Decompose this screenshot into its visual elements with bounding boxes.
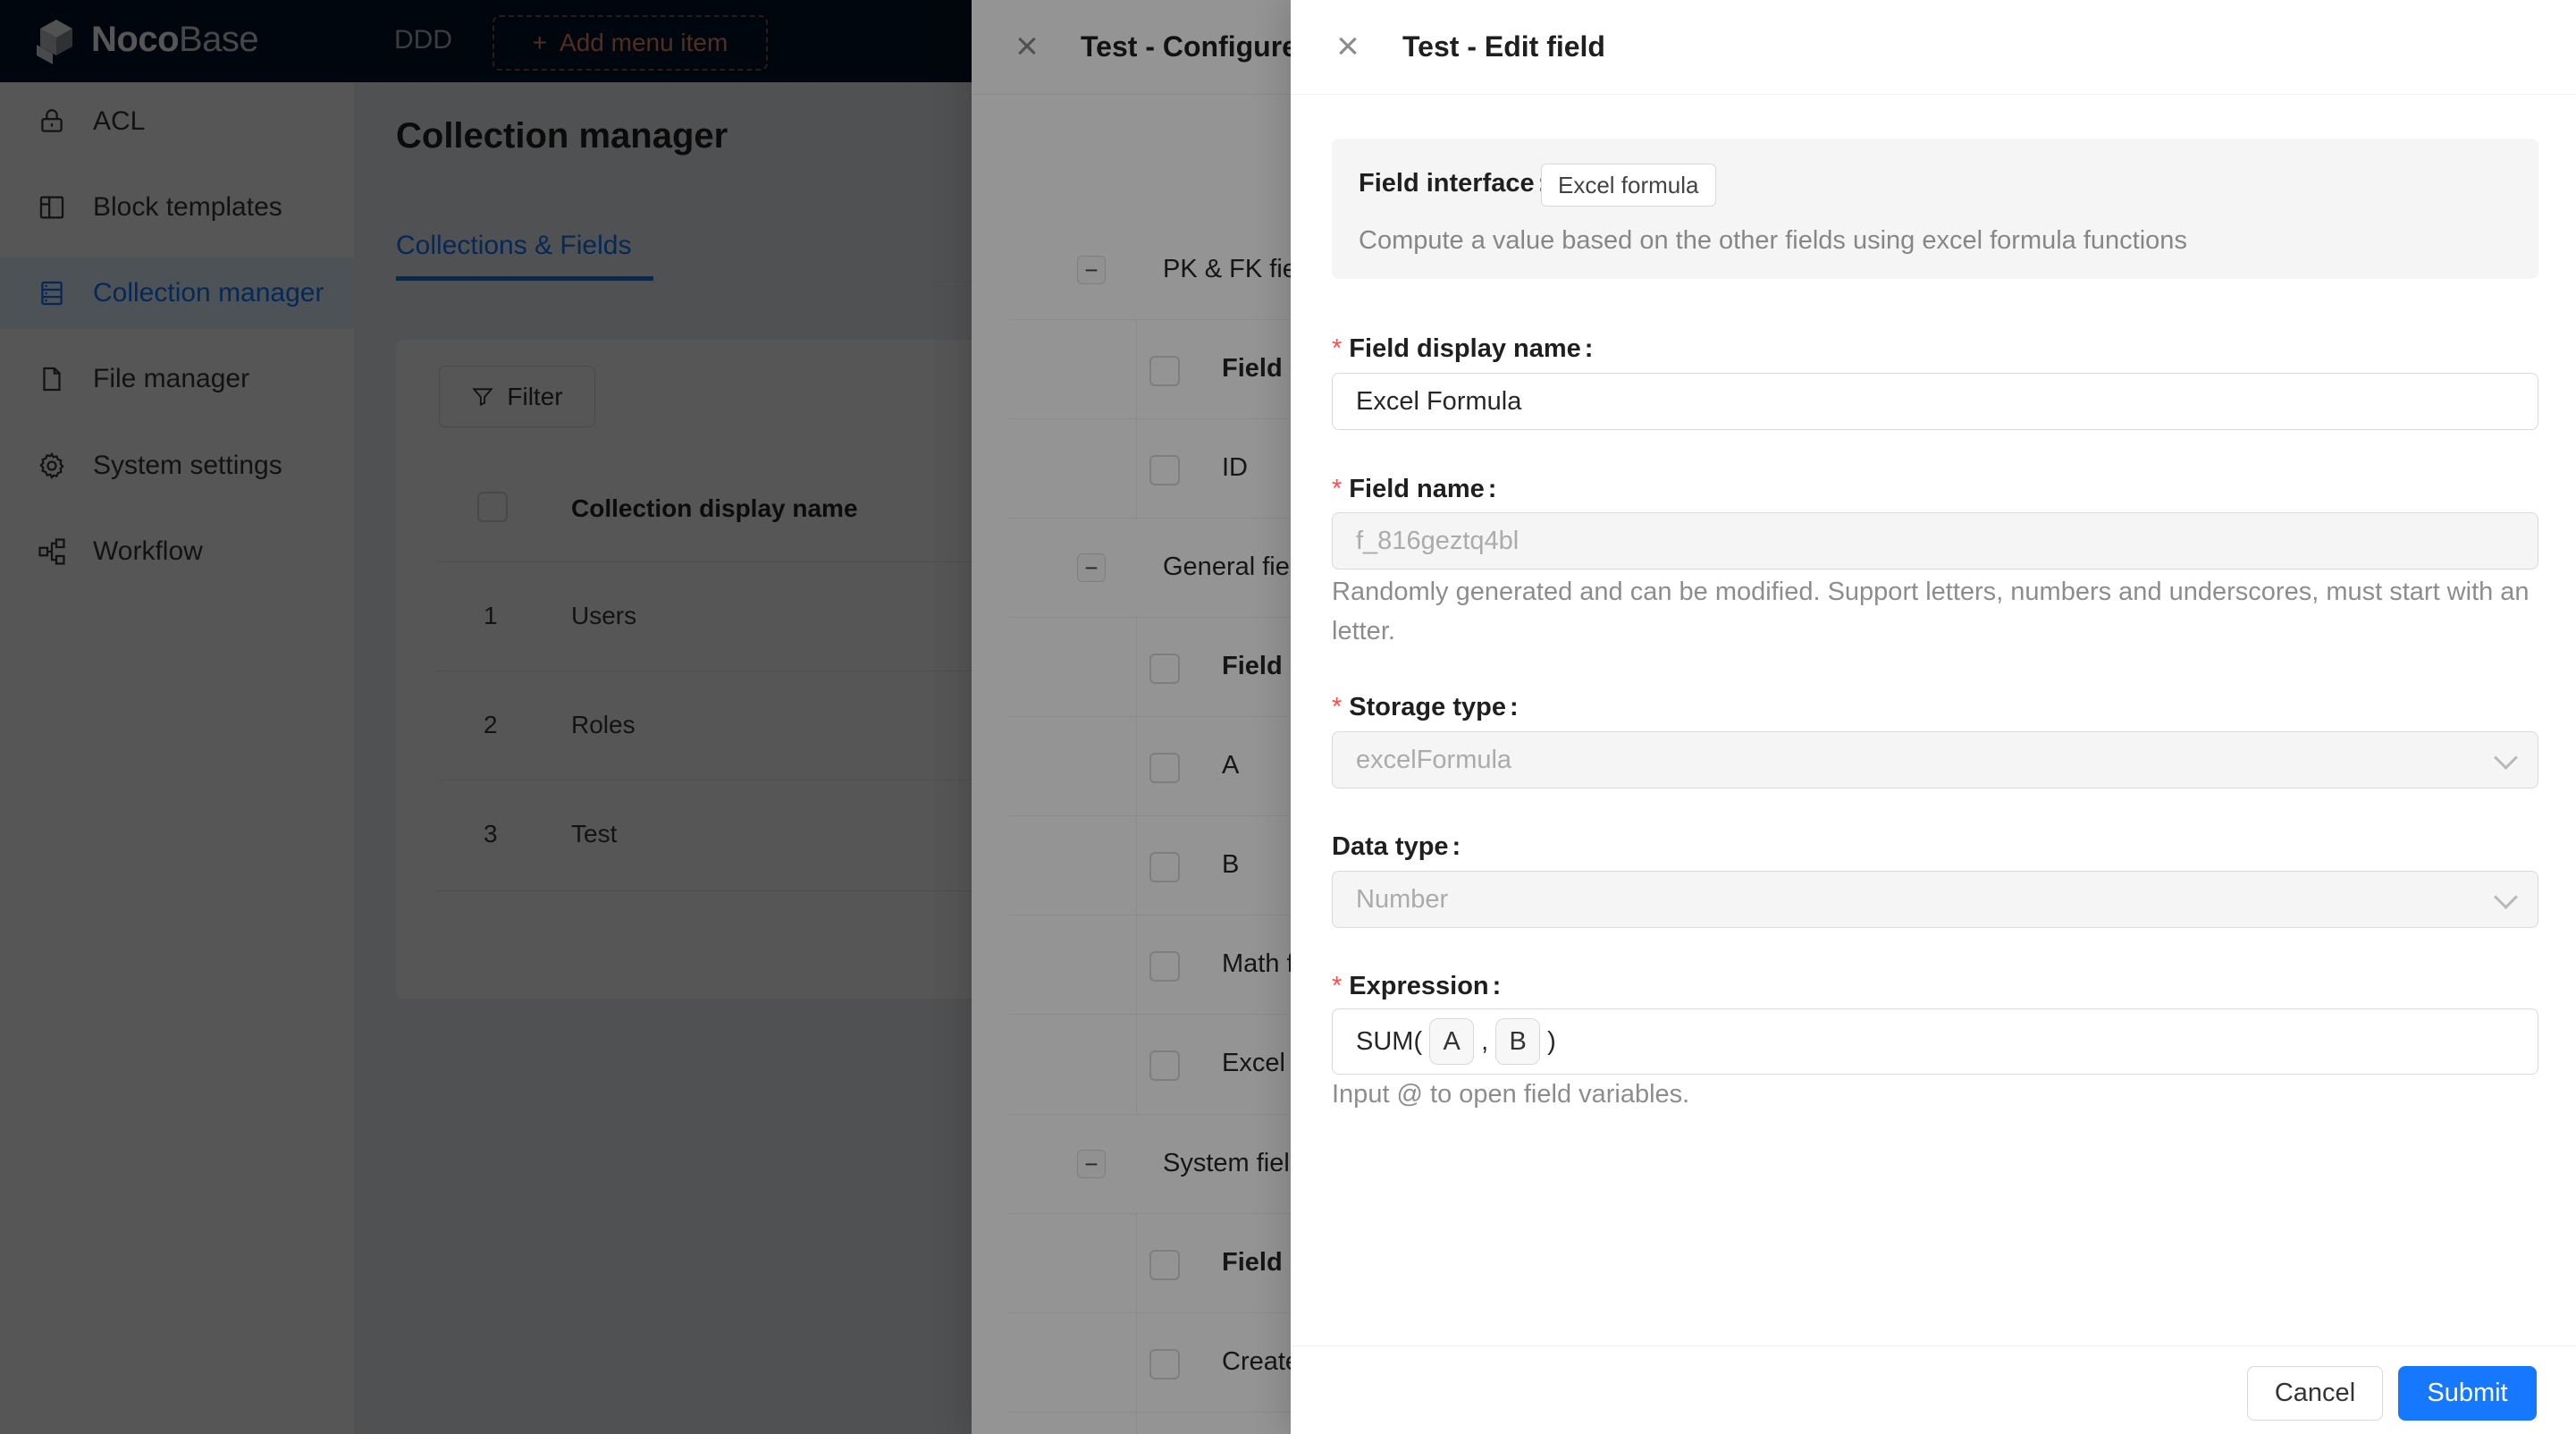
field-display-name-input[interactable]: Excel Formula <box>1332 373 2538 430</box>
field-interface-label: Field interface: <box>1359 169 1546 198</box>
cancel-button[interactable]: Cancel <box>2247 1366 2383 1421</box>
expression-variable-token[interactable]: A <box>1429 1018 1474 1065</box>
field-interface-description: Compute a value based on the other field… <box>1359 226 2187 256</box>
field-interface-box: Field interface: Excel formula Compute a… <box>1332 139 2538 279</box>
storage-type-select: excelFormula <box>1332 731 2538 789</box>
storage-type-label: *Storage type: <box>1332 693 1519 722</box>
close-icon[interactable]: × <box>1323 21 1373 72</box>
app-root: NocoBase DDD + Add menu item ACL Block t… <box>0 0 2576 1434</box>
expression-input[interactable]: SUM( A , B ) <box>1332 1008 2538 1075</box>
expression-variable-token[interactable]: B <box>1495 1018 1540 1065</box>
field-name-input: f_816geztq4bl <box>1332 512 2538 569</box>
drawer-title: Test - Edit field <box>1402 0 1605 94</box>
expression-prefix: SUM( <box>1356 1027 1422 1057</box>
data-type-select: Number <box>1332 871 2538 928</box>
submit-button[interactable]: Submit <box>2398 1366 2537 1421</box>
chevron-down-icon <box>2494 746 2518 770</box>
expression-help: Input @ to open field variables. <box>1332 1075 2540 1114</box>
field-interface-tag: Excel formula <box>1541 164 1716 207</box>
expression-label: *Expression: <box>1332 972 1501 1001</box>
data-type-label: Data type: <box>1332 832 1461 862</box>
expression-suffix: ) <box>1547 1027 1556 1057</box>
chevron-down-icon <box>2494 885 2518 909</box>
drawer-header: × Test - Edit field <box>1291 0 2576 95</box>
field-name-label: *Field name: <box>1332 475 1496 504</box>
field-name-help: Randomly generated and can be modified. … <box>1332 572 2540 651</box>
field-display-name-label: *Field display name: <box>1332 334 1593 364</box>
drawer-footer: Cancel Submit <box>1291 1345 2576 1434</box>
expression-comma: , <box>1481 1027 1488 1057</box>
edit-field-drawer: × Test - Edit field Field interface: Exc… <box>1291 0 2576 1434</box>
